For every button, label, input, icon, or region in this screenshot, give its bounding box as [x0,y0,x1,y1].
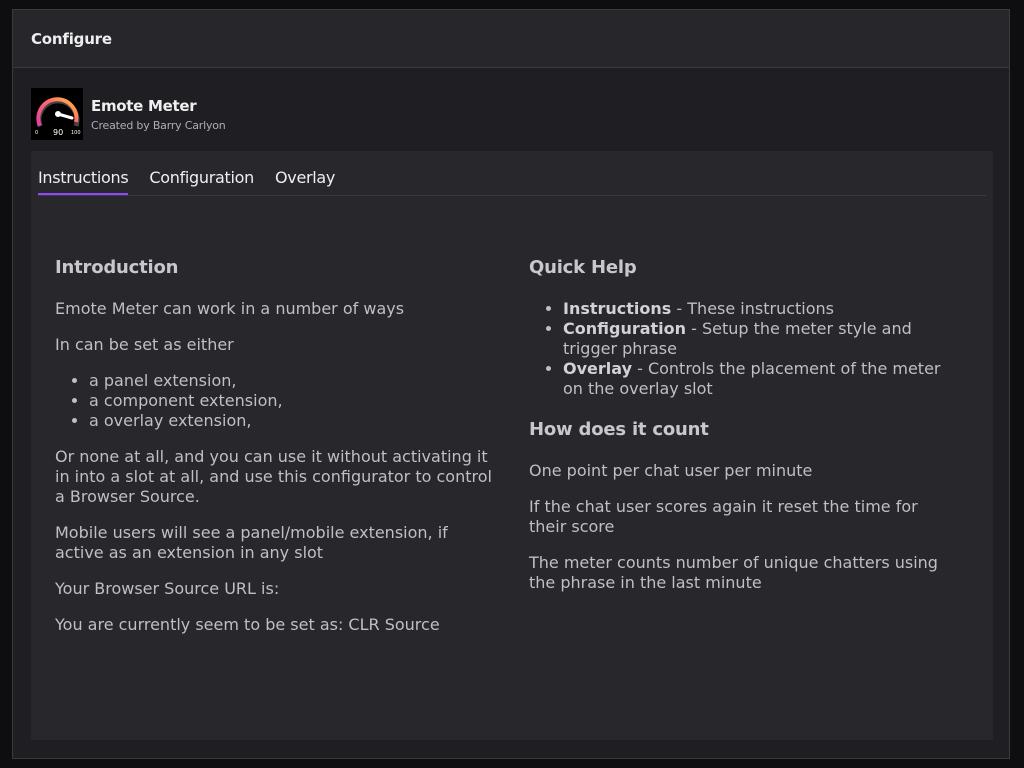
svg-text:100: 100 [71,130,81,136]
list-item: a overlay extension, [89,411,495,431]
list-item: Instructions - These instructions [563,299,949,319]
extension-header: 90 0 100 Emote Meter Created by Barry Ca… [31,88,226,140]
intro-paragraph: Mobile users will see a panel/mobile ext… [55,523,448,562]
extension-author: Created by Barry Carlyon [91,118,226,132]
tab-instructions[interactable]: Instructions [38,151,129,195]
list-item: a panel extension, [89,371,495,391]
quick-help-section: Quick Help Instructions - These instruct… [529,257,949,609]
speedometer-icon: 90 0 100 [31,88,83,140]
tab-overlay[interactable]: Overlay [275,151,335,195]
window-header: Configure [13,10,1009,68]
browser-source-url: Your Browser Source URL is: [55,579,280,598]
extension-name: Emote Meter [91,96,197,115]
intro-paragraph: In can be set as either [55,335,234,354]
counting-heading: How does it count [529,419,709,440]
configure-window: Configure 90 0 100 Emote Meter Created b… [12,9,1010,759]
introduction-section: Introduction Emote Meter can work in a n… [55,257,495,651]
svg-text:0: 0 [35,130,38,136]
counting-paragraph: One point per chat user per minute [529,461,813,480]
introduction-heading: Introduction [55,257,179,278]
help-term: Overlay [563,359,632,378]
content-panel: Instructions Configuration Overlay Intro… [31,151,993,740]
intro-paragraph: Emote Meter can work in a number of ways [55,299,405,318]
tab-bar: Instructions Configuration Overlay [38,151,986,196]
current-mode: You are currently seem to be set as: CLR… [55,615,440,634]
quick-help-list: Instructions - These instructions Config… [529,299,949,399]
list-item: Configuration - Setup the meter style an… [563,319,949,359]
extension-type-list: a panel extension, a component extension… [55,371,495,431]
logo-value: 90 [53,128,63,137]
help-desc: - These instructions [671,299,834,318]
help-term: Instructions [563,299,672,318]
list-item: Overlay - Controls the placement of the … [563,359,949,399]
quick-help-heading: Quick Help [529,257,637,278]
window-title: Configure [31,29,112,48]
counting-paragraph: The meter counts number of unique chatte… [529,553,938,592]
counting-paragraph: If the chat user scores again it reset t… [529,497,918,536]
intro-paragraph: Or none at all, and you can use it witho… [55,447,492,506]
list-item: a component extension, [89,391,495,411]
extension-info: Emote Meter Created by Barry Carlyon [91,97,226,132]
help-term: Configuration [563,319,687,338]
tab-configuration[interactable]: Configuration [149,151,254,195]
